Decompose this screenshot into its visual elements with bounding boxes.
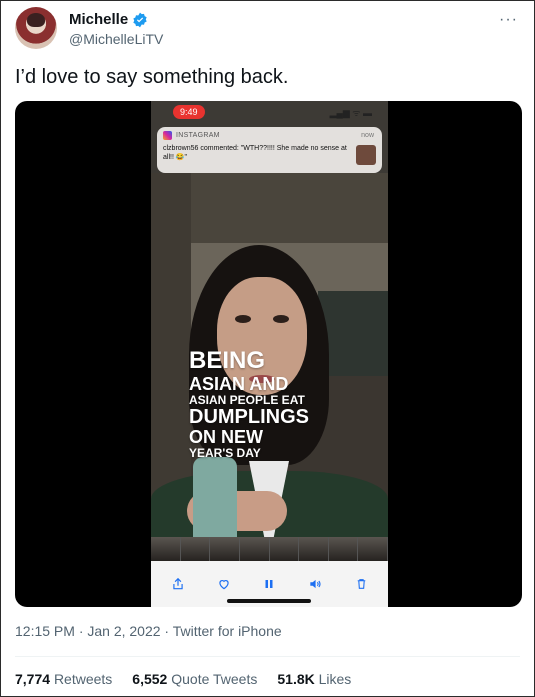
quote-tweets-stat[interactable]: 6,552 Quote Tweets bbox=[132, 671, 257, 687]
status-icons: ▂▄▆ ᯤ ▬ bbox=[329, 107, 372, 118]
filmstrip-frame bbox=[180, 537, 211, 561]
more-options-icon[interactable]: ··· bbox=[499, 11, 518, 29]
author-name[interactable]: Michelle bbox=[69, 11, 128, 29]
caption-line: YEAR'S DAY bbox=[189, 446, 261, 460]
status-time: 9:49 bbox=[173, 105, 205, 119]
video-caption: BEING ASIAN AND ASIAN PEOPLE EAT DUMPLIN… bbox=[189, 347, 309, 460]
filmstrip-frame bbox=[269, 537, 300, 561]
filmstrip-frame bbox=[239, 537, 270, 561]
pause-icon[interactable] bbox=[261, 576, 277, 592]
notification-app-row: INSTAGRAM bbox=[163, 131, 376, 140]
likes-stat[interactable]: 51.8K Likes bbox=[277, 671, 351, 687]
instagram-notification: INSTAGRAM now clzbrown56 commented: "WTH… bbox=[157, 127, 382, 173]
screen-recording: 9:49 ▂▄▆ ᯤ ▬ INSTAGRAM now clzbrown56 co… bbox=[151, 101, 388, 607]
caption-line: ON NEW bbox=[189, 427, 263, 447]
likes-label: Likes bbox=[318, 671, 352, 687]
caption-line: DUMPLINGS bbox=[189, 406, 309, 428]
filmstrip-frame bbox=[210, 537, 240, 561]
author-name-row[interactable]: Michelle bbox=[69, 11, 163, 29]
filmstrip-frame bbox=[299, 537, 329, 561]
video-person-eye bbox=[273, 315, 289, 323]
notification-app-name: INSTAGRAM bbox=[176, 132, 220, 139]
author-handle[interactable]: @MichelleLiTV bbox=[69, 30, 163, 48]
instagram-icon bbox=[163, 131, 172, 140]
notification-thumbnail bbox=[356, 145, 376, 165]
notification-time: now bbox=[361, 132, 374, 139]
avatar[interactable] bbox=[15, 7, 57, 49]
likes-count: 51.8K bbox=[277, 671, 315, 687]
retweets-count: 7,774 bbox=[15, 671, 51, 687]
notification-body: clzbrown56 commented: "WTH??!!!! She mad… bbox=[163, 145, 347, 161]
heart-icon[interactable] bbox=[216, 576, 232, 592]
filmstrip-frame bbox=[358, 537, 388, 561]
tweet-timestamp[interactable]: 12:15 PM · Jan 2, 2022 · Twitter for iPh… bbox=[15, 623, 282, 639]
quotes-label: Quote Tweets bbox=[171, 671, 258, 687]
retweets-label: Retweets bbox=[53, 671, 113, 687]
video-cup bbox=[193, 457, 237, 549]
caption-line: BEING bbox=[189, 347, 266, 374]
caption-line: ASIAN PEOPLE EAT bbox=[189, 393, 305, 407]
tweet-header: Michelle @MichelleLiTV ··· bbox=[15, 7, 520, 51]
caption-line: ASIAN AND bbox=[189, 374, 289, 394]
quotes-count: 6,552 bbox=[132, 671, 168, 687]
tweet-video[interactable]: 9:49 ▂▄▆ ᯤ ▬ INSTAGRAM now clzbrown56 co… bbox=[15, 101, 522, 607]
tweet-text: I’d love to say something back. bbox=[15, 66, 289, 88]
video-controls bbox=[151, 561, 388, 607]
share-icon[interactable] bbox=[170, 576, 186, 592]
filmstrip-frame bbox=[151, 537, 181, 561]
author-block: Michelle @MichelleLiTV bbox=[69, 11, 163, 48]
divider bbox=[15, 656, 520, 657]
phone-status-bar: 9:49 ▂▄▆ ᯤ ▬ bbox=[151, 101, 388, 123]
verified-badge-icon bbox=[133, 12, 147, 28]
trash-icon[interactable] bbox=[353, 576, 369, 592]
filmstrip-frame bbox=[328, 537, 359, 561]
retweets-stat[interactable]: 7,774 Retweets bbox=[15, 671, 112, 687]
tweet-card: Michelle @MichelleLiTV ··· I’d love to s… bbox=[0, 0, 535, 697]
video-person-eye bbox=[235, 315, 251, 323]
video-scrubber-filmstrip[interactable] bbox=[151, 537, 388, 561]
tweet-stats: 7,774 Retweets 6,552 Quote Tweets 51.8K … bbox=[15, 671, 351, 687]
home-indicator bbox=[227, 599, 311, 603]
volume-icon[interactable] bbox=[307, 576, 323, 592]
